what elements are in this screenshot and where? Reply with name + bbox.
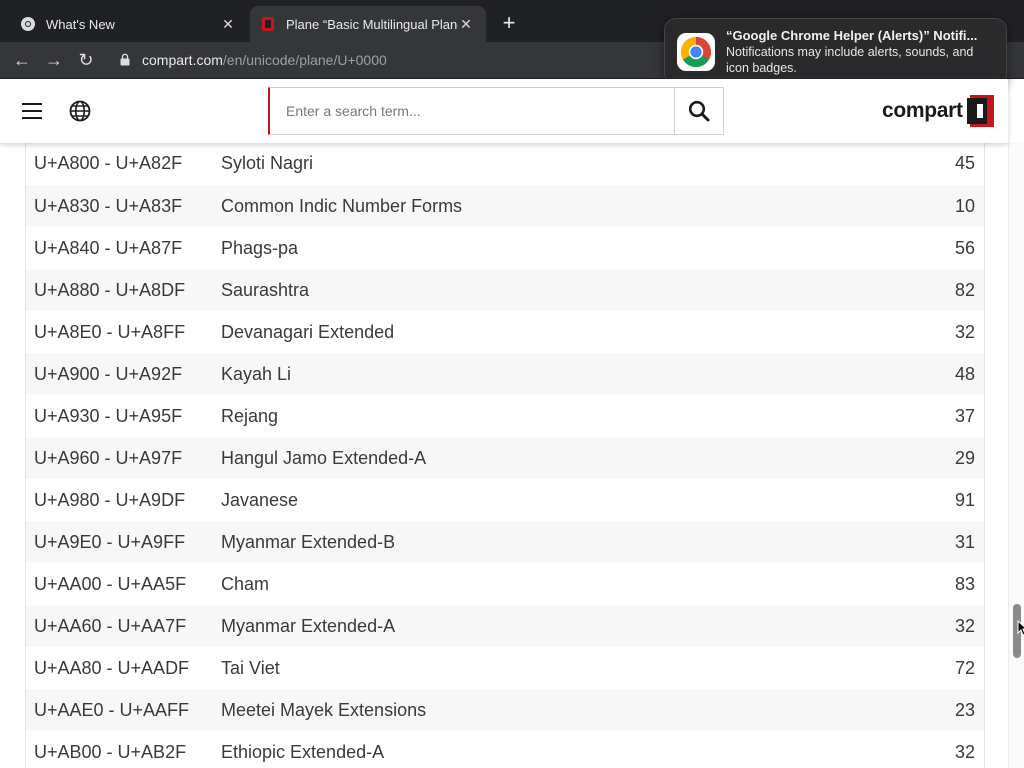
site-header: compart bbox=[0, 79, 1008, 143]
block-range: U+AA80 - U+AADF bbox=[34, 658, 190, 678]
table-row[interactable]: U+AA00 - U+AA5F Cham 83 bbox=[26, 563, 984, 605]
tab-title: Plane “Basic Multilingual Plane” bbox=[286, 16, 458, 32]
compart-logo[interactable]: compart bbox=[882, 94, 995, 128]
tab-title: What's New bbox=[46, 16, 115, 32]
block-name[interactable]: Common Indic Number Forms bbox=[221, 196, 462, 217]
page-scrollbar[interactable] bbox=[1008, 143, 1024, 768]
tab-close-icon[interactable]: ✕ bbox=[220, 16, 236, 33]
tab-whats-new[interactable]: What's New ✕ bbox=[8, 6, 248, 42]
block-name[interactable]: Phags-pa bbox=[221, 238, 298, 259]
block-name[interactable]: Meetei Mayek Extensions bbox=[221, 700, 426, 721]
block-range: U+A900 - U+A92F bbox=[34, 364, 183, 384]
search-icon bbox=[688, 100, 710, 122]
block-char-count: 32 bbox=[954, 322, 975, 342]
block-name[interactable]: Devanagari Extended bbox=[221, 322, 394, 343]
block-range: U+AB00 - U+AB2F bbox=[34, 742, 187, 762]
block-char-count: 10 bbox=[954, 196, 975, 216]
logo-wordmark: compart bbox=[882, 99, 963, 122]
search-box bbox=[268, 87, 724, 135]
chrome-icon bbox=[677, 33, 715, 71]
block-range: U+A9E0 - U+A9FF bbox=[34, 532, 186, 552]
lock-icon[interactable] bbox=[120, 53, 130, 66]
block-char-count: 82 bbox=[954, 280, 975, 300]
table-row[interactable]: U+A8E0 - U+A8FF Devanagari Extended 32 bbox=[26, 311, 984, 353]
block-char-count: 48 bbox=[954, 364, 975, 384]
forward-arrow-icon[interactable]: → bbox=[42, 48, 66, 72]
table-row[interactable]: U+A980 - U+A9DF Javanese 91 bbox=[26, 479, 984, 521]
table-row[interactable]: U+A900 - U+A92F Kayah Li 48 bbox=[26, 353, 984, 395]
mouse-cursor-icon bbox=[1017, 620, 1024, 636]
table-row[interactable]: U+A830 - U+A83F Common Indic Number Forms… bbox=[26, 185, 984, 227]
chrome-favicon-icon bbox=[21, 17, 35, 31]
block-char-count: 32 bbox=[954, 616, 975, 636]
address-bar[interactable]: compart.com/en/unicode/plane/U+0000 bbox=[142, 52, 387, 68]
notification-toast[interactable]: “Google Chrome Helper (Alerts)” Notifi..… bbox=[664, 18, 1007, 86]
search-input[interactable] bbox=[270, 88, 674, 134]
back-arrow-icon[interactable]: ← bbox=[10, 48, 34, 72]
block-range: U+A830 - U+A83F bbox=[34, 196, 183, 216]
url-path: /en/unicode/plane/U+0000 bbox=[222, 52, 387, 68]
block-range: U+AA00 - U+AA5F bbox=[34, 574, 187, 594]
notification-title: “Google Chrome Helper (Alerts)” Notifi..… bbox=[726, 28, 978, 43]
tab-close-icon[interactable]: ✕ bbox=[458, 16, 474, 33]
block-name[interactable]: Javanese bbox=[221, 490, 298, 511]
table-row[interactable]: U+A9E0 - U+A9FF Myanmar Extended-B 31 bbox=[26, 521, 984, 563]
table-row[interactable]: U+AA60 - U+AA7F Myanmar Extended-A 32 bbox=[26, 605, 984, 647]
new-tab-plus-icon[interactable]: + bbox=[498, 12, 520, 34]
block-range: U+A980 - U+A9DF bbox=[34, 490, 186, 510]
block-range: U+AA60 - U+AA7F bbox=[34, 616, 187, 636]
block-name[interactable]: Saurashtra bbox=[221, 280, 309, 301]
compart-favicon-icon bbox=[262, 17, 274, 31]
block-name[interactable]: Kayah Li bbox=[221, 364, 291, 385]
block-char-count: 72 bbox=[954, 658, 975, 678]
globe-language-icon[interactable] bbox=[69, 100, 91, 122]
block-range: U+A930 - U+A95F bbox=[34, 406, 183, 426]
block-range: U+A8E0 - U+A8FF bbox=[34, 322, 186, 342]
block-char-count: 31 bbox=[954, 532, 975, 552]
block-range: U+A960 - U+A97F bbox=[34, 448, 183, 468]
table-row[interactable]: U+A840 - U+A87F Phags-pa 56 bbox=[26, 227, 984, 269]
block-range: U+A840 - U+A87F bbox=[34, 238, 183, 258]
block-name[interactable]: Hangul Jamo Extended-A bbox=[221, 448, 426, 469]
table-row[interactable]: U+A800 - U+A82F Syloti Nagri 45 bbox=[26, 143, 984, 185]
block-char-count: 29 bbox=[954, 448, 975, 468]
block-char-count: 37 bbox=[954, 406, 975, 426]
block-name[interactable]: Syloti Nagri bbox=[221, 153, 313, 174]
url-domain: compart.com bbox=[142, 52, 223, 68]
block-char-count: 32 bbox=[954, 742, 975, 762]
block-char-count: 83 bbox=[954, 574, 975, 594]
block-char-count: 91 bbox=[954, 490, 975, 510]
menu-hamburger-icon[interactable] bbox=[22, 103, 42, 119]
block-char-count: 56 bbox=[954, 238, 975, 258]
block-name[interactable]: Myanmar Extended-B bbox=[221, 532, 395, 553]
table-row[interactable]: U+AAE0 - U+AAFF Meetei Mayek Extensions 23 bbox=[26, 689, 984, 731]
search-button[interactable] bbox=[674, 88, 723, 134]
table-row[interactable]: U+AB00 - U+AB2F Ethiopic Extended-A 32 bbox=[26, 731, 984, 768]
block-range: U+AAE0 - U+AAFF bbox=[34, 700, 190, 720]
block-name[interactable]: Tai Viet bbox=[221, 658, 280, 679]
block-name[interactable]: Myanmar Extended-A bbox=[221, 616, 395, 637]
block-range: U+A800 - U+A82F bbox=[34, 153, 183, 173]
block-name[interactable]: Ethiopic Extended-A bbox=[221, 742, 384, 763]
block-range: U+A880 - U+A8DF bbox=[34, 280, 186, 300]
table-row[interactable]: U+A880 - U+A8DF Saurashtra 82 bbox=[26, 269, 984, 311]
reload-icon[interactable]: ↻ bbox=[74, 48, 98, 72]
block-name[interactable]: Rejang bbox=[221, 406, 278, 427]
table-row[interactable]: U+A930 - U+A95F Rejang 37 bbox=[26, 395, 984, 437]
tab-basic-multilingual-plane[interactable]: Plane “Basic Multilingual Plane” ✕ bbox=[250, 6, 486, 42]
block-char-count: 23 bbox=[954, 700, 975, 720]
compart-logo-mark-icon bbox=[966, 95, 994, 127]
block-char-count: 45 bbox=[954, 153, 975, 173]
table-row[interactable]: U+A960 - U+A97F Hangul Jamo Extended-A 29 bbox=[26, 437, 984, 479]
unicode-blocks-table: U+A800 - U+A82F Syloti Nagri 45 U+A830 - U+… bbox=[25, 143, 985, 768]
table-row[interactable]: U+AA80 - U+AADF Tai Viet 72 bbox=[26, 647, 984, 689]
block-name[interactable]: Cham bbox=[221, 574, 269, 595]
notification-body: Notifications may include alerts, sounds… bbox=[726, 45, 974, 75]
